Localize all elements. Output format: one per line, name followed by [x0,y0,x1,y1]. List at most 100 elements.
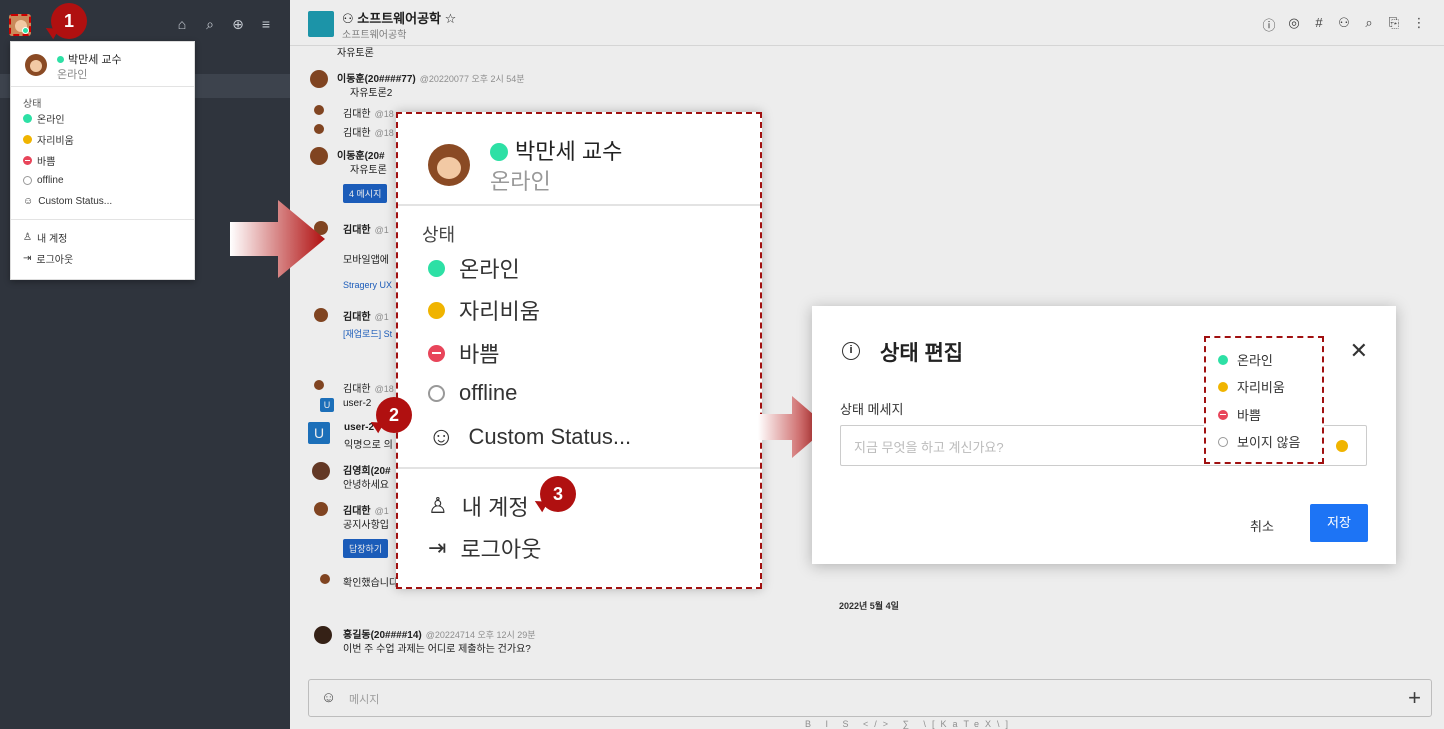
cancel-button[interactable]: 취소 [1250,516,1274,535]
home-icon[interactable]: ⌂ [174,16,190,33]
format-toolbar[interactable]: B I S </> ∑ \[KaTeX\] [805,719,1014,729]
callout-arrow [230,200,325,278]
message-author[interactable]: 김영희(20# [343,462,391,477]
avatar[interactable] [312,462,330,480]
plus-icon[interactable]: + [1408,685,1421,711]
message-author[interactable]: 이동훈(20# [337,147,385,162]
message-author[interactable]: 김대한 @1 [343,502,389,517]
search-icon[interactable]: ⌕ [1362,15,1376,34]
zoom-status-away[interactable]: 자리비움 [428,294,540,326]
avatar[interactable]: U [308,422,330,444]
channels-icon[interactable]: # [1312,15,1326,34]
menu-status-online[interactable]: 온라인 [23,111,65,126]
composer-placeholder[interactable]: 메시지 [349,691,379,707]
offline-icon [1218,436,1228,447]
avatar[interactable] [314,626,332,644]
menu-custom-status[interactable]: ☺ Custom Status... [23,196,112,207]
offline-icon [23,176,32,185]
reply-author[interactable]: 김대한 @18 [343,124,394,139]
avatar [314,380,324,390]
zoom-status-busy[interactable]: 바쁨 [428,337,499,369]
avatar: U [320,398,334,412]
away-clock-icon [1218,381,1228,392]
search-icon[interactable]: ⌕ [202,16,218,33]
avatar[interactable] [314,502,328,516]
smiley-icon: ☺ [23,196,34,207]
online-dot-icon [1218,354,1228,365]
busy-icon [1218,409,1228,420]
message-author[interactable]: 홍길동(20####14) @20224714 오후 12시 29분 [343,626,536,641]
step-badge-3: 3 [540,476,576,512]
option-busy[interactable]: 바쁨 [1218,405,1261,424]
reply-button[interactable]: 답장하기 [343,539,389,558]
avatar[interactable] [310,147,328,165]
zoom-custom-status[interactable]: ☺ Custom Status... [428,421,631,452]
option-invisible[interactable]: 보이지 않음 [1218,432,1300,451]
message-author[interactable]: 김대한 @1 [343,308,389,323]
online-dot-icon [23,114,32,123]
avatar [428,144,470,186]
menu-status-busy[interactable]: 바쁨 [23,153,55,168]
sidebar-header: ⌂ ⌕ ⊕ ≡ [0,0,290,46]
zoom-user-header: 박만세 교수 온라인 [398,114,760,206]
status-options-dropdown: 온라인 자리비움 바쁨 보이지 않음 [1204,336,1324,464]
edit-status-modal: i 상태 편집 ✕ 상태 메세지 지금 무엇을 하고 계신가요? 온라인 자리비… [812,306,1396,564]
menu-status-offline[interactable]: offline [23,175,64,186]
message-text: 안녕하세요 [343,480,389,491]
menu-logout[interactable]: ⇥ 로그아웃 [23,251,73,266]
room-header: ⚇ 소프트웨어공학 ☆ 소프트웨어공학 ⓘ ◎ # ⚇ ⌕ ⎘ ⋮ [290,0,1444,46]
user-status-menu: 박만세 교수 온라인 상태 온라인 자리비움 바쁨 offline ☺ Custo… [10,41,195,280]
user-avatar-button[interactable] [9,14,31,36]
message-text: 자유토론 [350,165,387,176]
away-clock-icon [428,301,445,319]
emoji-icon[interactable]: ☺ [321,689,336,706]
date-divider: 2022년 5월 4일 [839,601,899,611]
status-selector-icon[interactable] [1336,440,1348,452]
reply-author[interactable]: 김대한 @18 [343,380,394,395]
message-composer[interactable]: ☺ 메시지 + [308,679,1432,717]
sort-icon[interactable]: ≡ [258,16,274,33]
menu-user-header: 박만세 교수 온라인 [11,42,194,87]
reply-author[interactable]: 김대한 @18 [343,105,394,120]
members-icon[interactable]: ⚇ [1337,15,1351,34]
avatar [314,105,324,115]
close-icon[interactable]: ✕ [1350,338,1368,364]
threads-icon[interactable]: ◎ [1287,15,1301,34]
logout-icon: ⇥ [428,535,447,560]
busy-icon [23,156,32,165]
info-icon[interactable]: ⓘ [1262,15,1276,34]
offline-icon [428,384,445,402]
reply-author[interactable]: user-2 [343,398,371,409]
attachment-link[interactable]: Stragery UX [343,280,392,290]
message-author[interactable]: 김대한 @1 [343,221,389,236]
avatar[interactable] [310,70,328,88]
modal-title: 상태 편집 [880,342,964,365]
away-clock-icon [23,135,32,144]
message-author[interactable]: 이동훈(20####77) @20220077 오후 2시 54분 [337,70,525,85]
menu-user-name: 박만세 교수 [57,51,122,67]
favorite-star-icon[interactable]: ☆ [445,11,457,26]
message-text: 익명으로 의 [344,440,393,451]
online-status-dot [57,56,64,63]
thread-count-button[interactable]: 4 메시지 [343,184,388,203]
avatar-face [30,60,42,72]
globe-icon[interactable]: ⊕ [230,16,246,33]
save-button[interactable]: 저장 [1310,504,1368,542]
message-text: 자유토론2 [350,88,393,99]
zoom-my-account[interactable]: ♙ 내 계정 [428,490,529,522]
attachment-link[interactable]: [재업로드] St [343,327,392,340]
room-title[interactable]: ⚇ 소프트웨어공학 ☆ [342,8,456,27]
option-away[interactable]: 자리비움 [1218,377,1285,396]
menu-my-account[interactable]: ♙ 내 계정 [23,230,67,245]
message-text: 공지사항입 [343,520,389,531]
zoom-logout[interactable]: ⇥ 로그아웃 [428,532,541,564]
avatar[interactable] [314,308,328,322]
message-text: 이번 주 수업 과제는 어디로 제출하는 건가요? [343,644,531,655]
zoom-status-offline[interactable]: offline [428,380,517,406]
online-status-dot [22,27,29,34]
option-online[interactable]: 온라인 [1218,350,1273,369]
menu-status-away[interactable]: 자리비움 [23,132,74,147]
kebab-menu-icon[interactable]: ⋮ [1412,15,1426,34]
attachment-icon[interactable]: ⎘ [1387,15,1401,34]
zoom-status-online[interactable]: 온라인 [428,252,520,284]
